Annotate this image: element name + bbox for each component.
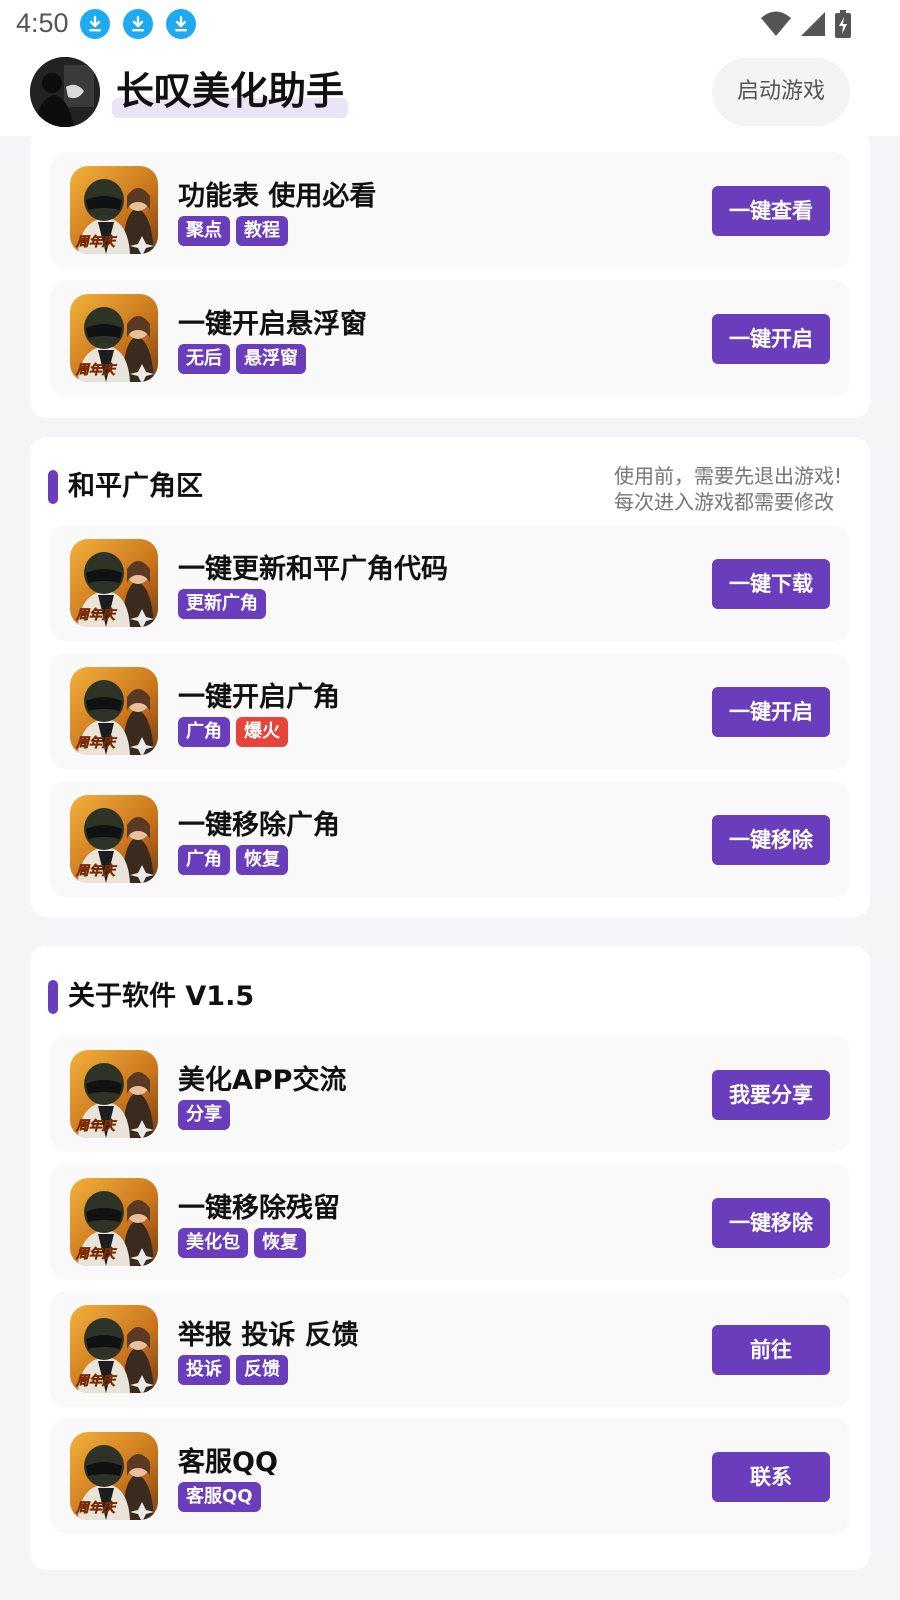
tag-list: 美化包 恢复 bbox=[178, 1228, 306, 1258]
game-icon: 周年庆 bbox=[70, 1305, 158, 1393]
view-button[interactable]: 一键查看 bbox=[712, 186, 830, 236]
section-features: 周年庆 功能表 使用必看 聚点 教程 一键查看 周年庆 一键开启悬浮窗 无后 悬… bbox=[30, 128, 870, 418]
list-item: 周年庆 一键开启悬浮窗 无后 悬浮窗 一键开启 bbox=[50, 280, 850, 396]
tag: 分享 bbox=[178, 1100, 230, 1130]
tag: 投诉 bbox=[178, 1355, 230, 1385]
remove-wide-angle-button[interactable]: 一键移除 bbox=[712, 815, 830, 865]
open-floating-window-button[interactable]: 一键开启 bbox=[712, 314, 830, 364]
tag: 恢复 bbox=[254, 1228, 306, 1258]
list-item: 周年庆 一键移除残留 美化包 恢复 一键移除 bbox=[50, 1164, 850, 1280]
section-accent-bar bbox=[48, 980, 58, 1014]
svg-text:周年庆: 周年庆 bbox=[75, 1246, 118, 1262]
download-icon bbox=[80, 9, 110, 39]
download-icon bbox=[123, 9, 153, 39]
list-item: 周年庆 一键更新和平广角代码 更新广角 一键下载 bbox=[50, 525, 850, 641]
app-header: 长叹美化助手 启动游戏 bbox=[0, 48, 900, 136]
tag: 反馈 bbox=[236, 1355, 288, 1385]
status-icons bbox=[760, 10, 852, 38]
item-title: 举报 投诉 反馈 bbox=[178, 1320, 359, 1351]
download-button[interactable]: 一键下载 bbox=[712, 559, 830, 609]
contact-button[interactable]: 联系 bbox=[712, 1452, 830, 1502]
tag: 聚点 bbox=[178, 216, 230, 246]
section-note: 使用前，需要先退出游戏! 每次进入游戏都需要修改 bbox=[613, 464, 842, 514]
tag-list: 广角 爆火 bbox=[178, 717, 288, 747]
download-icon bbox=[166, 9, 196, 39]
game-icon: 周年庆 bbox=[70, 294, 158, 382]
signal-icon bbox=[801, 12, 825, 36]
game-icon: 周年庆 bbox=[70, 1432, 158, 1520]
section-title: 关于软件 V1.5 bbox=[68, 981, 255, 1012]
game-icon: 周年庆 bbox=[70, 1178, 158, 1266]
section-title: 和平广角区 bbox=[68, 471, 203, 502]
go-button[interactable]: 前往 bbox=[712, 1325, 830, 1375]
item-title: 客服QQ bbox=[178, 1447, 278, 1478]
status-time: 4:50 bbox=[16, 8, 69, 38]
svg-text:周年庆: 周年庆 bbox=[75, 1373, 118, 1389]
tag: 客服QQ bbox=[178, 1482, 261, 1512]
tag: 广角 bbox=[178, 717, 230, 747]
svg-text:周年庆: 周年庆 bbox=[75, 1118, 118, 1134]
game-icon: 周年庆 bbox=[70, 166, 158, 254]
start-game-button[interactable]: 启动游戏 bbox=[712, 58, 850, 126]
status-bar: 4:50 bbox=[0, 0, 900, 48]
remove-residue-button[interactable]: 一键移除 bbox=[712, 1198, 830, 1248]
tag: 无后 bbox=[178, 344, 230, 374]
svg-text:周年庆: 周年庆 bbox=[75, 234, 118, 250]
game-icon: 周年庆 bbox=[70, 667, 158, 755]
item-title: 功能表 使用必看 bbox=[178, 181, 377, 212]
enable-wide-angle-button[interactable]: 一键开启 bbox=[712, 687, 830, 737]
item-title: 一键移除广角 bbox=[178, 810, 340, 841]
wifi-icon bbox=[761, 11, 791, 36]
item-title: 美化APP交流 bbox=[178, 1065, 347, 1096]
tag: 美化包 bbox=[178, 1228, 248, 1258]
svg-text:周年庆: 周年庆 bbox=[75, 735, 118, 751]
section-accent-bar bbox=[48, 470, 58, 504]
list-item: 周年庆 一键开启广角 广角 爆火 一键开启 bbox=[50, 653, 850, 769]
svg-text:周年庆: 周年庆 bbox=[75, 863, 118, 879]
game-icon: 周年庆 bbox=[70, 795, 158, 883]
item-title: 一键移除残留 bbox=[178, 1193, 340, 1224]
section-about: 关于软件 V1.5 周年庆 美化APP交流 分享 我要分享 周年庆 一键移除残留 bbox=[30, 946, 870, 1570]
list-item: 周年庆 美化APP交流 分享 我要分享 bbox=[50, 1036, 850, 1152]
list-item: 周年庆 功能表 使用必看 聚点 教程 一键查看 bbox=[50, 152, 850, 268]
item-title: 一键开启悬浮窗 bbox=[178, 309, 367, 340]
item-title: 一键更新和平广角代码 bbox=[178, 554, 448, 585]
game-icon: 周年庆 bbox=[70, 1050, 158, 1138]
tag: 广角 bbox=[178, 845, 230, 875]
app-title: 长叹美化助手 bbox=[112, 66, 349, 118]
tag: 教程 bbox=[236, 216, 288, 246]
svg-text:周年庆: 周年庆 bbox=[75, 1500, 118, 1516]
tag-list: 投诉 反馈 bbox=[178, 1355, 288, 1385]
list-item: 周年庆 客服QQ 客服QQ 联系 bbox=[50, 1418, 850, 1534]
svg-text:周年庆: 周年庆 bbox=[75, 362, 118, 378]
item-title: 一键开启广角 bbox=[178, 682, 340, 713]
tag-list: 更新广角 bbox=[178, 589, 266, 619]
tag-list: 广角 恢复 bbox=[178, 845, 288, 875]
battery-charging-icon bbox=[835, 10, 851, 38]
tag: 恢复 bbox=[236, 845, 288, 875]
svg-text:周年庆: 周年庆 bbox=[75, 607, 118, 623]
tag-list: 聚点 教程 bbox=[178, 216, 288, 246]
section-wide-angle: 和平广角区 使用前，需要先退出游戏! 每次进入游戏都需要修改 周年庆 一键更新和… bbox=[30, 437, 870, 917]
tag-list: 客服QQ bbox=[178, 1482, 261, 1512]
tag: 更新广角 bbox=[178, 589, 266, 619]
tag: 悬浮窗 bbox=[236, 344, 306, 374]
tag-list: 分享 bbox=[178, 1100, 230, 1130]
avatar[interactable] bbox=[30, 57, 100, 127]
list-item: 周年庆 举报 投诉 反馈 投诉 反馈 前往 bbox=[50, 1291, 850, 1407]
tag-hot: 爆火 bbox=[236, 717, 288, 747]
share-button[interactable]: 我要分享 bbox=[712, 1070, 830, 1120]
list-item: 周年庆 一键移除广角 广角 恢复 一键移除 bbox=[50, 781, 850, 897]
game-icon: 周年庆 bbox=[70, 539, 158, 627]
tag-list: 无后 悬浮窗 bbox=[178, 344, 306, 374]
